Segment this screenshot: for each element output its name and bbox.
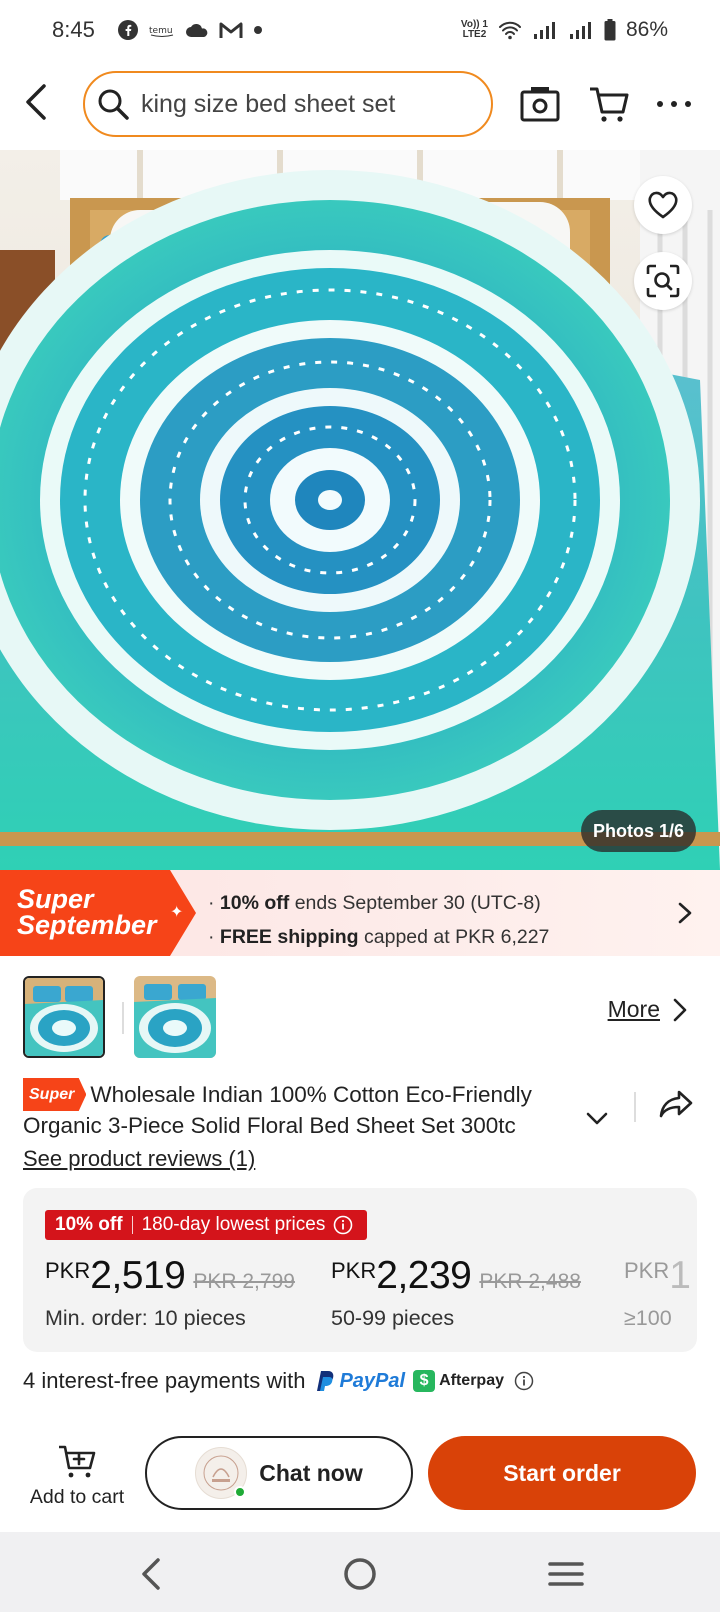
notification-dot-icon xyxy=(253,25,263,35)
share-icon[interactable] xyxy=(658,1088,694,1120)
more-options-button[interactable] xyxy=(652,82,696,126)
expand-title-chevron-icon[interactable] xyxy=(584,1110,610,1128)
chevron-right-icon xyxy=(678,902,692,924)
thumbnail-1[interactable] xyxy=(23,976,105,1058)
photo-counter: Photos 1/6 xyxy=(580,810,696,852)
volte-indicator: Vo)) 1 LTE2 xyxy=(460,19,488,40)
paypal-label: PayPal xyxy=(339,1369,406,1392)
search-header xyxy=(0,66,720,146)
more-photos-link[interactable]: More xyxy=(608,996,688,1023)
cloud-icon xyxy=(185,22,209,38)
system-navigation-bar xyxy=(0,1532,720,1612)
title-divider xyxy=(634,1092,636,1122)
supplier-avatar xyxy=(195,1447,248,1499)
info-icon xyxy=(514,1371,534,1391)
camera-search-button[interactable] xyxy=(518,82,562,126)
heart-icon xyxy=(648,191,678,219)
signal-icon-2 xyxy=(568,20,594,40)
more-dots-icon xyxy=(657,101,691,107)
thumbnail-image xyxy=(25,978,103,1056)
add-to-cart-icon xyxy=(59,1445,96,1478)
cart-button[interactable] xyxy=(587,82,631,126)
paypal-logo-icon xyxy=(317,1371,334,1391)
gmail-icon xyxy=(219,21,243,39)
afterpay-label: Afterpay xyxy=(439,1372,504,1389)
back-arrow-icon xyxy=(26,84,46,120)
chat-now-button[interactable]: Chat now xyxy=(145,1436,413,1510)
nav-menu-icon xyxy=(548,1562,584,1586)
lowest-price-badge[interactable]: 10% off 180-day lowest prices xyxy=(45,1210,368,1240)
thumbnail-divider xyxy=(122,1002,124,1034)
afterpay-logo-icon: $ xyxy=(413,1370,436,1392)
camera-icon xyxy=(520,87,560,122)
nav-back-button[interactable] xyxy=(130,1552,174,1596)
status-bar: 8:45 temu Vo)) 1 LTE2 86% xyxy=(0,0,720,60)
price-tier-2: PKR2,239 PKR 2,488 50-99 pieces xyxy=(331,1254,581,1330)
nav-recents-button[interactable] xyxy=(544,1552,588,1596)
status-time: 8:45 xyxy=(52,17,95,42)
start-order-button[interactable]: Start order xyxy=(428,1436,696,1510)
online-status-dot xyxy=(234,1486,247,1498)
nav-back-icon xyxy=(142,1558,160,1590)
installment-payment-info[interactable]: 4 interest-free payments with PayPal $ A… xyxy=(23,1368,534,1394)
wifi-icon xyxy=(498,20,522,40)
nav-home-button[interactable] xyxy=(338,1552,382,1596)
see-reviews-link[interactable]: See product reviews (1) xyxy=(23,1146,255,1172)
temu-icon: temu xyxy=(149,23,175,37)
price-tier-3: PKR1 ≥100 xyxy=(624,1254,691,1330)
svg-text:temu: temu xyxy=(149,26,173,36)
bottom-action-bar: Add to cart Chat now Start order xyxy=(0,1420,720,1520)
back-button[interactable] xyxy=(18,82,58,122)
super-september-banner[interactable]: Super September ✦ · 10% off ends Septemb… xyxy=(0,870,720,956)
add-to-cart-button[interactable]: Add to cart xyxy=(22,1442,132,1509)
chevron-right-icon xyxy=(673,998,687,1021)
price-tiers-card: 10% off 180-day lowest prices PKR2,519 PK… xyxy=(23,1188,697,1352)
product-image-gallery[interactable]: Photos 1/6 xyxy=(0,150,720,870)
thumbnail-strip: More xyxy=(0,976,720,1060)
facebook-icon xyxy=(117,19,139,41)
search-bar[interactable] xyxy=(83,71,493,137)
shopping-cart-icon xyxy=(590,87,629,122)
thumbnail-image xyxy=(134,976,216,1058)
visual-search-button[interactable] xyxy=(634,252,692,310)
product-title: Super Wholesale Indian 100% Cotton Eco-Fr… xyxy=(23,1078,583,1140)
price-tier-1: PKR2,519 PKR 2,799 Min. order: 10 pieces xyxy=(45,1254,295,1330)
super-tag: Super xyxy=(23,1078,87,1111)
image-search-icon xyxy=(646,264,680,298)
favorite-button[interactable] xyxy=(634,176,692,234)
battery-icon xyxy=(604,19,616,41)
sparkle-icon: ✦ xyxy=(170,904,184,921)
nav-home-icon xyxy=(344,1558,376,1590)
product-photo xyxy=(0,150,720,870)
thumbnail-2[interactable] xyxy=(134,976,216,1058)
promo-details: · 10% off ends September 30 (UTC-8) · FR… xyxy=(208,892,550,948)
info-icon xyxy=(334,1215,353,1235)
search-icon xyxy=(98,89,129,120)
battery-level: 86% xyxy=(625,18,668,41)
signal-icon-1 xyxy=(532,20,558,40)
promo-badge: Super September xyxy=(0,870,196,956)
search-input[interactable] xyxy=(141,89,461,119)
